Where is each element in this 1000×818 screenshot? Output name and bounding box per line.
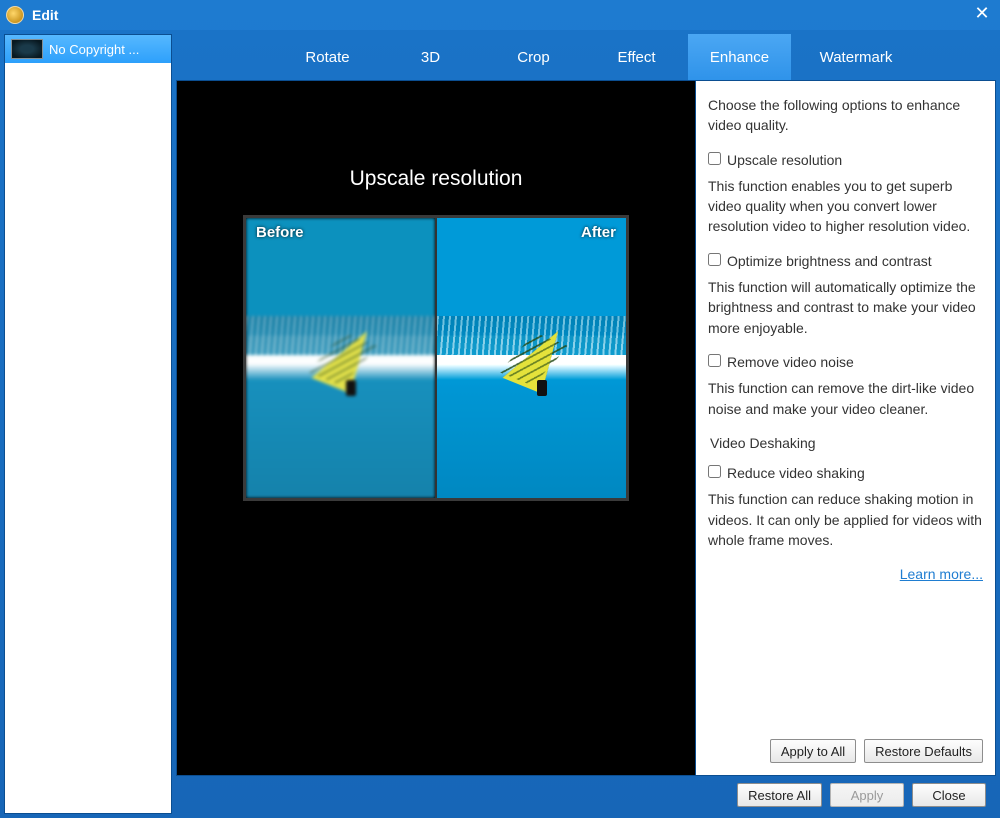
main-column: Rotate 3D Crop Effect Enhance Watermark … — [176, 34, 996, 814]
option-deshake[interactable]: Reduce video shaking — [708, 463, 983, 483]
before-image: Before — [246, 218, 435, 498]
brightness-label[interactable]: Optimize brightness and contrast — [727, 251, 932, 271]
footer: Restore All Apply Close — [176, 776, 996, 814]
window-title: Edit — [32, 7, 58, 23]
tab-crop[interactable]: Crop — [482, 34, 585, 80]
learn-more-row: Learn more... — [708, 564, 983, 584]
titlebar: Edit ✕ — [0, 0, 1000, 30]
deshake-header: Video Deshaking — [710, 433, 983, 453]
close-button[interactable]: Close — [912, 783, 986, 807]
upscale-checkbox[interactable] — [708, 152, 721, 165]
noise-checkbox[interactable] — [708, 354, 721, 367]
upscale-desc: This function enables you to get superb … — [708, 176, 983, 237]
preview-area: Upscale resolution Before After — [176, 80, 696, 776]
deshake-desc: This function can reduce shaking motion … — [708, 489, 983, 550]
sidebar-item-label: No Copyright ... — [49, 42, 139, 57]
before-label: Before — [256, 224, 304, 241]
body: No Copyright ... Rotate 3D Crop Effect E… — [0, 30, 1000, 818]
app-icon — [6, 6, 24, 24]
sidebar-item-video[interactable]: No Copyright ... — [5, 35, 171, 63]
restore-all-button[interactable]: Restore All — [737, 783, 822, 807]
tab-enhance[interactable]: Enhance — [688, 34, 791, 80]
apply-button[interactable]: Apply — [830, 783, 904, 807]
noise-label[interactable]: Remove video noise — [727, 352, 854, 372]
option-upscale[interactable]: Upscale resolution — [708, 150, 983, 170]
before-after-box: Before After — [243, 215, 629, 501]
deshake-checkbox[interactable] — [708, 465, 721, 478]
apply-to-all-button[interactable]: Apply to All — [770, 739, 856, 763]
preview-title: Upscale resolution — [350, 167, 523, 191]
after-image: After — [435, 218, 626, 498]
learn-more-link[interactable]: Learn more... — [900, 566, 983, 582]
panel-intro: Choose the following options to enhance … — [708, 95, 983, 136]
enhance-panel: Choose the following options to enhance … — [696, 80, 996, 776]
tab-bar: Rotate 3D Crop Effect Enhance Watermark — [176, 34, 996, 80]
tab-effect[interactable]: Effect — [585, 34, 688, 80]
close-icon[interactable]: ✕ — [970, 2, 994, 24]
upscale-label[interactable]: Upscale resolution — [727, 150, 842, 170]
sidebar: No Copyright ... — [4, 34, 172, 814]
panel-button-row: Apply to All Restore Defaults — [708, 733, 983, 767]
deshake-label[interactable]: Reduce video shaking — [727, 463, 865, 483]
noise-desc: This function can remove the dirt-like v… — [708, 378, 983, 419]
tab-3d[interactable]: 3D — [379, 34, 482, 80]
tab-spacer — [176, 34, 276, 80]
brightness-checkbox[interactable] — [708, 253, 721, 266]
video-thumbnail — [11, 39, 43, 59]
option-noise[interactable]: Remove video noise — [708, 352, 983, 372]
restore-defaults-button[interactable]: Restore Defaults — [864, 739, 983, 763]
tab-watermark[interactable]: Watermark — [791, 34, 921, 80]
brightness-desc: This function will automatically optimiz… — [708, 277, 983, 338]
option-brightness[interactable]: Optimize brightness and contrast — [708, 251, 983, 271]
tab-rotate[interactable]: Rotate — [276, 34, 379, 80]
after-label: After — [581, 224, 616, 241]
edit-window: Edit ✕ No Copyright ... Rotate 3D Crop E… — [0, 0, 1000, 818]
content-row: Upscale resolution Before After — [176, 80, 996, 776]
